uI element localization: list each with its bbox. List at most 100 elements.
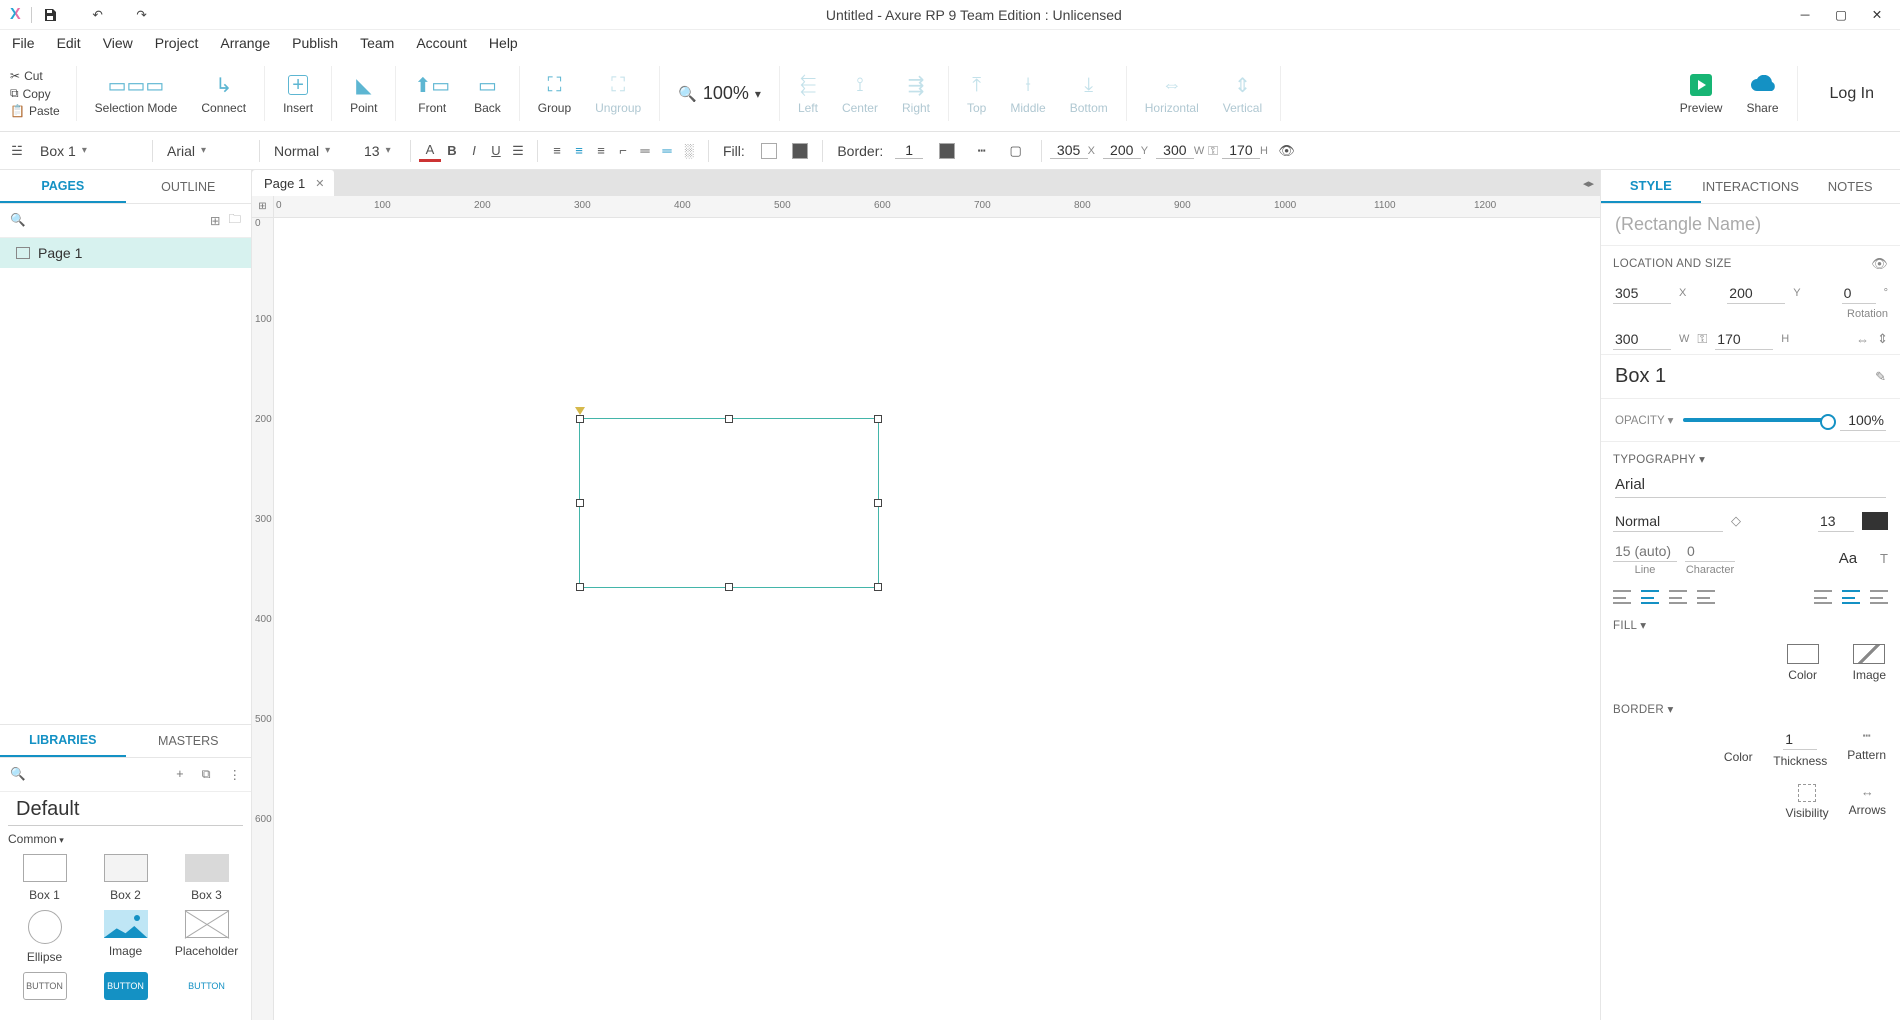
canvas-tab[interactable]: Page 1✕: [252, 170, 334, 196]
login-button[interactable]: Log In: [1804, 56, 1900, 131]
canvas-stage[interactable]: [274, 218, 1600, 1020]
rp-valign-top-icon[interactable]: [1814, 590, 1832, 604]
valign-mid-icon[interactable]: ═: [634, 140, 656, 162]
minimize-icon[interactable]: ─: [1798, 8, 1812, 22]
add-page-icon[interactable]: ⊞: [210, 213, 220, 228]
valign-top-icon[interactable]: ⌐: [612, 140, 634, 162]
tab-outline[interactable]: OUTLINE: [126, 170, 252, 203]
rp-weight-input[interactable]: [1613, 510, 1723, 532]
share-button[interactable]: Share: [1734, 56, 1790, 131]
section-fill[interactable]: FILL ▾: [1601, 608, 1900, 638]
y-input[interactable]: [1103, 142, 1141, 159]
border-thickness-input[interactable]: [1783, 728, 1817, 750]
style-icon[interactable]: ☱: [6, 140, 28, 162]
rp-w-input[interactable]: [1613, 328, 1671, 350]
handle-ne[interactable]: [874, 415, 882, 423]
menu-publish[interactable]: Publish: [292, 35, 338, 51]
tab-style[interactable]: STYLE: [1601, 170, 1701, 203]
copy-button[interactable]: ⧉Copy: [6, 85, 64, 102]
halign-right-icon[interactable]: ≡: [590, 140, 612, 162]
rp-align-right-icon[interactable]: [1669, 590, 1687, 604]
fill-color-button[interactable]: Color: [1787, 644, 1819, 682]
point-button[interactable]: ◣Point: [338, 56, 389, 131]
edit-style-icon[interactable]: ✎: [1875, 369, 1886, 385]
stepper-icon[interactable]: ◇: [1731, 513, 1741, 529]
opacity-slider[interactable]: [1683, 418, 1830, 422]
halign-left-icon[interactable]: ≡: [546, 140, 568, 162]
lock-icon[interactable]: ⚿: [1697, 331, 1707, 347]
menu-project[interactable]: Project: [155, 35, 199, 51]
menu-arrange[interactable]: Arrange: [220, 35, 270, 51]
rp-font-input[interactable]: [1615, 472, 1886, 498]
page-item[interactable]: Page 1: [0, 238, 251, 268]
menu-team[interactable]: Team: [360, 35, 394, 51]
valign-bot-icon[interactable]: ═: [656, 140, 678, 162]
border-style-icon[interactable]: ┅: [971, 140, 993, 162]
border-width-input[interactable]: [895, 142, 923, 159]
weight-dropdown[interactable]: Normal: [268, 143, 358, 159]
zoom-control[interactable]: 🔍100%▾: [666, 56, 773, 131]
size-dropdown[interactable]: 13: [358, 143, 402, 159]
bold-icon[interactable]: B: [441, 140, 463, 162]
tab-notes[interactable]: NOTES: [1800, 170, 1900, 203]
widget-button2[interactable]: BUTTON: [87, 972, 164, 1020]
lock-aspect-icon[interactable]: ⚿: [1208, 143, 1218, 159]
w-input[interactable]: [1156, 142, 1194, 159]
rp-valign-bot-icon[interactable]: [1870, 590, 1888, 604]
border-color-swatch[interactable]: [939, 143, 955, 159]
preview-button[interactable]: Preview: [1668, 56, 1735, 131]
rp-align-left-icon[interactable]: [1613, 590, 1631, 604]
tab-masters[interactable]: MASTERS: [126, 725, 252, 757]
section-border[interactable]: BORDER ▾: [1601, 692, 1900, 722]
tab-libraries[interactable]: LIBRARIES: [0, 725, 126, 757]
section-typography[interactable]: TYPOGRAPHY ▾: [1601, 442, 1900, 472]
paste-button[interactable]: 📋Paste: [6, 103, 64, 119]
line-spacing-icon[interactable]: ░: [678, 140, 700, 162]
selection-mode-button[interactable]: ▭▭▭Selection Mode: [83, 56, 190, 131]
lib-section-common[interactable]: Common: [0, 826, 251, 848]
ruler-origin[interactable]: ⊞: [252, 196, 274, 217]
more-icon[interactable]: ⋮: [229, 767, 242, 782]
handle-w[interactable]: [576, 499, 584, 507]
close-icon[interactable]: ✕: [1870, 8, 1884, 22]
flip-v-icon[interactable]: ⇕: [1877, 331, 1888, 347]
char-spacing-input[interactable]: [1685, 540, 1735, 562]
lib-search-icon[interactable]: 🔍: [10, 767, 26, 782]
case-icon[interactable]: Aa: [1839, 550, 1857, 567]
widget-button3[interactable]: BUTTON: [168, 972, 245, 1020]
rp-rot-input[interactable]: [1842, 282, 1876, 304]
fill-swatch-dark[interactable]: [792, 143, 808, 159]
widget-ellipse[interactable]: Ellipse: [6, 910, 83, 964]
fill-swatch[interactable]: [761, 143, 777, 159]
horizontal-ruler[interactable]: 0 100 200 300 400 500 600 700 800 900 10…: [274, 196, 1600, 217]
rp-x-input[interactable]: [1613, 282, 1671, 304]
widget-button1[interactable]: BUTTON: [6, 972, 83, 1020]
border-side-icon[interactable]: ▢: [1005, 140, 1027, 162]
vertical-ruler[interactable]: 0 100 200 300 400 500 600: [252, 218, 274, 1020]
visibility-icon[interactable]: 👁: [1276, 140, 1298, 162]
close-tab-icon[interactable]: ✕: [315, 177, 324, 190]
handle-e[interactable]: [874, 499, 882, 507]
font-dropdown[interactable]: Arial: [161, 143, 251, 159]
widget-style-dropdown[interactable]: Box 1: [34, 143, 144, 159]
bullets-icon[interactable]: ☰: [507, 140, 529, 162]
more-typo-icon[interactable]: T: [1880, 551, 1888, 566]
undo-icon[interactable]: ↶: [90, 7, 106, 23]
collapse-icon[interactable]: ⧉: [202, 767, 211, 782]
menu-account[interactable]: Account: [416, 35, 467, 51]
handle-se[interactable]: [874, 583, 882, 591]
handle-n[interactable]: [725, 415, 733, 423]
rotate-handle-icon[interactable]: [575, 407, 585, 415]
insert-button[interactable]: +Insert: [271, 56, 325, 131]
menu-file[interactable]: File: [12, 35, 35, 51]
widget-name-input[interactable]: (Rectangle Name): [1601, 204, 1900, 246]
rp-valign-mid-icon[interactable]: [1842, 590, 1860, 604]
line-spacing-input[interactable]: [1613, 540, 1677, 562]
widget-placeholder[interactable]: Placeholder: [168, 910, 245, 964]
rp-size-input[interactable]: [1818, 510, 1854, 532]
flip-h-icon[interactable]: ⇔: [1856, 332, 1869, 347]
border-visibility-button[interactable]: Visibility: [1786, 784, 1829, 820]
tab-interactions[interactable]: INTERACTIONS: [1701, 170, 1801, 203]
widget-box1[interactable]: Box 1: [6, 854, 83, 902]
maximize-icon[interactable]: ▢: [1834, 8, 1848, 22]
